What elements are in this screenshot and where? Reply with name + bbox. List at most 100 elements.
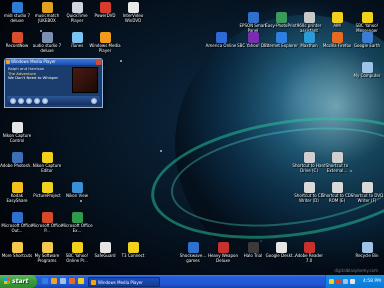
desktop-icon-label: InterVideo WinDVD [122, 13, 144, 23]
play-button[interactable] [10, 97, 16, 104]
clock[interactable]: 4:58 PM [363, 275, 381, 288]
tray-messenger-icon[interactable] [329, 278, 334, 284]
mute-button[interactable] [42, 97, 48, 104]
desktop-icon-label: My Computer [353, 73, 381, 78]
desktop-icon[interactable]: Nikon Capture Editor [30, 152, 64, 173]
stop-button[interactable] [18, 97, 24, 104]
system-tray: 4:58 PM [325, 275, 384, 288]
desktop-icon[interactable]: Shortcut to External... [320, 152, 354, 173]
start-button[interactable]: start [0, 275, 37, 288]
desktop-icon-label: Microsoft Office Ex... [61, 223, 93, 233]
desktop-icon-label: Nikon Capture Control [2, 133, 32, 143]
desktop-icon[interactable]: midi studio 7 deluxe [0, 2, 34, 23]
desktop-icon[interactable]: Shortcut to DVD Writer (F) [350, 182, 384, 203]
windows-media-player-icon [6, 60, 10, 64]
desktop-icon-label: audio studio 7 deluxe [32, 43, 62, 53]
desktop-icon[interactable]: Windows Media Player [88, 32, 122, 53]
desktop-icon-label: T3 Connect [121, 253, 145, 258]
google-desktop-icon [275, 242, 287, 253]
desktop-icon[interactable]: Shockwave... games [176, 242, 210, 263]
nikon-control-icon [11, 122, 23, 133]
desktop-icon-label: Shortcut to External... [325, 163, 349, 173]
now-playing-info: Ralph and Harrison The Adventure We Don'… [8, 66, 68, 81]
internet-explorer-icon [275, 32, 287, 43]
windows-media-player-icon[interactable] [51, 278, 57, 284]
desktop-icon[interactable]: My Software Programs [30, 242, 64, 263]
desktop-icon[interactable]: PictureProject [30, 182, 64, 199]
desktop-icon-label: Shortcut to DVD Writer (F) [350, 193, 384, 203]
star [160, 150, 162, 152]
desktop-icon[interactable]: Microsoft Office Out... [0, 212, 34, 233]
media-player-window[interactable]: Windows Media Player Ralph and Harrison … [4, 58, 103, 108]
desktop-icon[interactable]: Microsoft Office Ex... [60, 212, 94, 233]
desktop-icon[interactable]: InterVideo WinDVD [116, 2, 150, 23]
dvd-writer-icon [361, 182, 373, 193]
desktop-icon[interactable]: musicmatch JUKEBOX [30, 2, 64, 23]
desktop-icon[interactable]: T3 Connect [116, 242, 150, 259]
desktop-icon[interactable]: Microsoft Office P... [30, 212, 64, 233]
desktop-icon-label: Adobe Photosh... [0, 163, 34, 168]
desktop-icon[interactable]: Google Earth [350, 32, 384, 49]
sbc-online-icon [71, 242, 83, 253]
firefox-icon[interactable] [69, 278, 75, 284]
outlook-icon [11, 212, 23, 223]
desktop-icon[interactable]: My Computer [350, 62, 384, 79]
desktop-icon-label: Windows Media Player [89, 43, 121, 53]
windvd-icon [127, 2, 139, 13]
hard-drive-icon [303, 152, 315, 163]
desktop-icon[interactable]: Kodak EasyShare [0, 182, 34, 203]
desktop-icon[interactable]: Recycle Bin [350, 242, 384, 259]
my-computer-icon [361, 62, 373, 73]
cd-writer-icon [303, 182, 315, 193]
folder-icon [11, 242, 23, 253]
close-icon[interactable] [96, 59, 101, 65]
desktop-icon[interactable]: Adobe Photosh... [0, 152, 34, 169]
desktop-icon[interactable]: Nikon Capture Control [0, 122, 34, 143]
desktop-icon-label: Shortcut to CD-ROM (E) [321, 193, 353, 203]
desktop-icon-label: Adobe Reader 7.0 [294, 253, 324, 263]
tray-network-icon[interactable] [343, 278, 348, 284]
tray-security-icon[interactable] [336, 278, 341, 284]
desktop-icon-label: Shockwave... games [179, 253, 207, 263]
recycle-bin-icon [361, 242, 373, 253]
powerdvd-icon [99, 2, 111, 13]
desktop-icon[interactable]: More Shortcuts [0, 242, 34, 259]
desktop-icon-label: America Online [205, 43, 237, 48]
musicmatch-icon [41, 2, 53, 13]
next-button[interactable] [34, 97, 40, 104]
switch-to-full-mode-button[interactable] [91, 97, 97, 104]
windows-media-player-icon [91, 279, 96, 285]
desktop-icon[interactable]: Heavy Weapon Deluxe [206, 242, 240, 263]
yahoo-messenger-icon[interactable] [78, 278, 84, 284]
desktop-icon[interactable]: RecordNow [0, 32, 34, 49]
t3-connect-icon [127, 242, 139, 253]
show-desktop-icon[interactable] [60, 278, 66, 284]
midi-studio-icon [11, 2, 23, 13]
taskbar-button-label: Windows Media Player [98, 279, 143, 285]
desktop-icon[interactable]: Nikon View [60, 182, 94, 199]
google-earth-icon [361, 32, 373, 43]
media-player-titlebar[interactable]: Windows Media Player [5, 59, 102, 65]
desktop-icon[interactable]: Adobe Reader 7.0 [292, 242, 326, 263]
desktop-icon[interactable]: Mozilla Firefox [320, 32, 354, 49]
star [120, 60, 122, 62]
album-art [72, 67, 98, 93]
adobe-reader-icon [303, 242, 315, 253]
previous-button[interactable] [26, 97, 32, 104]
recordnow-icon [11, 32, 23, 43]
desktop-icon[interactable]: Shortcut to CD-ROM (E) [320, 182, 354, 203]
desktop-icon[interactable]: SBC Yahoo! Messenger [350, 12, 384, 33]
taskbar-button-windows-media-player[interactable]: Windows Media Player [88, 276, 160, 287]
desktop-icon-label: Microsoft Office Out... [1, 223, 33, 233]
star [80, 200, 82, 202]
desktop-icon[interactable]: audio studio 7 deluxe [30, 32, 64, 53]
desktop-icon[interactable]: America Online [204, 32, 238, 49]
start-label: start [12, 278, 29, 285]
desktop-icon[interactable]: AIM [320, 12, 354, 29]
halo-icon [247, 242, 259, 253]
internet-explorer-icon[interactable] [42, 278, 48, 284]
printer-icon [303, 12, 315, 23]
album-title: We Don't Need to Whisper [8, 75, 59, 81]
tray-volume-icon[interactable] [350, 278, 355, 284]
desktop-icon-label: Kodak EasyShare [6, 193, 28, 203]
